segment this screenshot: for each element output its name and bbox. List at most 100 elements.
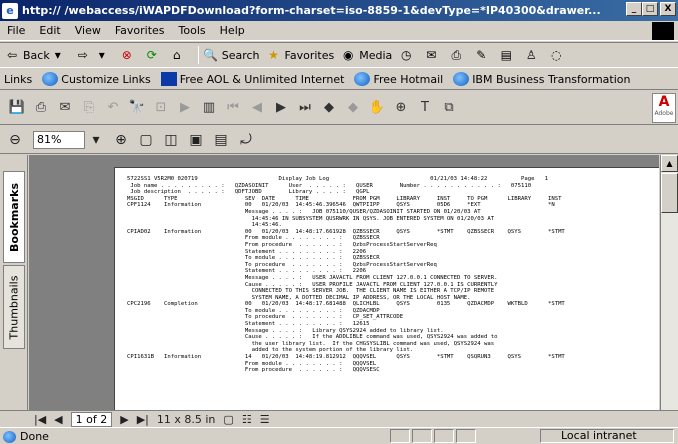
next-page-icon[interactable]: ▶ xyxy=(120,413,128,426)
minimize-button[interactable]: _ xyxy=(626,2,642,16)
tab-thumbnails[interactable]: Thumbnails xyxy=(3,265,25,349)
job-log-line: From procedure . . . . . . : QzbsProcess… xyxy=(127,241,437,248)
email-icon[interactable]: ✉ xyxy=(54,97,76,119)
job-log-line: 5722SS1 V5R2M0 020719 Display Job Log 01… xyxy=(127,176,548,182)
research-button[interactable]: ◌ xyxy=(548,47,567,63)
windows-logo-icon xyxy=(652,22,674,40)
tab-bookmarks[interactable]: Bookmarks xyxy=(3,171,25,263)
back-button[interactable]: ⇦ Back ▾ xyxy=(4,47,69,63)
link-hotmail[interactable]: Free Hotmail xyxy=(354,72,443,86)
previous-page-icon[interactable]: ◀ xyxy=(54,413,62,426)
status-text: Done xyxy=(0,430,49,443)
last-page-icon[interactable]: ▶| xyxy=(137,413,149,426)
menu-view[interactable]: View xyxy=(68,24,108,37)
print-button[interactable]: ⎙ xyxy=(448,47,467,63)
actual-size-icon[interactable]: ▢ xyxy=(135,129,157,151)
link-ibm[interactable]: IBM Business Transformation xyxy=(453,72,631,86)
find-icon[interactable]: 🔭 xyxy=(126,97,148,119)
adobe-logo[interactable]: A Adobe xyxy=(652,93,676,123)
ie-page-icon xyxy=(453,72,470,86)
panel-icon[interactable]: ▥ xyxy=(198,97,220,119)
scroll-up-icon[interactable]: ▲ xyxy=(661,155,678,172)
history-icon: ◷ xyxy=(401,48,412,62)
tab-thumbnails-label: Thumbnails xyxy=(7,275,21,339)
link-aol[interactable]: Free AOL & Unlimited Internet xyxy=(160,72,344,86)
maximize-button[interactable]: □ xyxy=(642,2,658,16)
copy-icon[interactable]: ⎘ xyxy=(78,97,100,119)
job-log-line: Job name . . . . . . . . . : QZDASOINIT … xyxy=(127,182,532,189)
save-icon[interactable]: 💾 xyxy=(6,97,28,119)
snapshot-icon[interactable]: ⧉ xyxy=(438,97,460,119)
go-back-icon[interactable]: ◆ xyxy=(318,97,340,119)
refresh-button[interactable]: ⟳ xyxy=(144,47,163,63)
edit-icon: ✎ xyxy=(476,48,487,62)
single-page-icon[interactable]: ▢ xyxy=(223,413,233,426)
fit-width-icon[interactable]: ▣ xyxy=(185,129,207,151)
last-page-icon[interactable]: ⏭ xyxy=(294,97,316,119)
job-log-line: CPC2196 Completion 00 01/20/03 14:48:17.… xyxy=(127,301,565,308)
menu-help[interactable]: Help xyxy=(213,24,252,37)
edit-button[interactable]: ✎ xyxy=(473,47,492,63)
forward-button[interactable]: ⇨ ▾ xyxy=(75,47,113,63)
status-cells xyxy=(390,429,478,443)
close-button[interactable]: X xyxy=(660,2,676,16)
menu-favorites[interactable]: Favorites xyxy=(108,24,172,37)
job-log-line: CPI1631B Information 14 01/20/03 14:48:1… xyxy=(127,354,565,361)
link-customize[interactable]: Customize Links xyxy=(42,72,151,86)
job-log-text: 5722SS1 V5R2M0 020719 Display Job Log 01… xyxy=(115,168,659,430)
title-bar: e http:// /webaccess/iWAPDFDownload?form… xyxy=(0,0,678,21)
job-log-line: Message . . . . : JOB 075110/QUSER/QZDAS… xyxy=(127,208,481,215)
zoom-in-icon[interactable]: ⊕ xyxy=(110,129,132,151)
messenger-button[interactable]: ♙ xyxy=(523,47,542,63)
menu-edit[interactable]: Edit xyxy=(32,24,67,37)
job-log-line: SYSTEM NAME, A DOTTED DECIMAL IP ADDRESS… xyxy=(127,294,471,301)
standard-toolbar: ⇦ Back ▾ ⇨ ▾ ⊗ ⟳ ⌂ 🔍 Search ★ Favorites ◉ Me… xyxy=(0,42,678,68)
zoom-out-icon[interactable]: ⊖ xyxy=(4,129,26,151)
undo-icon[interactable]: ↶ xyxy=(102,97,124,119)
links-label: Links xyxy=(4,72,33,86)
zoom-dropdown-icon[interactable]: ▾ xyxy=(85,129,107,151)
page-number-field[interactable]: 1 of 2 xyxy=(70,411,113,427)
search-button[interactable]: 🔍 Search xyxy=(203,47,259,63)
go-forward-icon[interactable]: ◆ xyxy=(342,97,364,119)
menu-file[interactable]: File xyxy=(0,24,32,37)
hand-tool-icon[interactable]: ✋ xyxy=(366,97,388,119)
fit-page-icon[interactable]: ◫ xyxy=(160,129,182,151)
stop-button[interactable]: ⊗ xyxy=(119,47,138,63)
media-button[interactable]: ◉ Media xyxy=(340,47,392,63)
job-log-line: To procedure . . . . . . . : CP_SET_ATTR… xyxy=(127,314,404,321)
fit-visible-icon[interactable]: ▤ xyxy=(210,129,232,151)
dropdown-icon: ▾ xyxy=(98,48,105,62)
menu-tools[interactable]: Tools xyxy=(172,24,213,37)
first-page-icon[interactable]: |◀ xyxy=(34,413,46,426)
job-log-line: Statement . . . . . . . . . : 2206 xyxy=(127,268,367,275)
vertical-scrollbar[interactable]: ▲ ▼ xyxy=(660,155,678,430)
continuous-icon[interactable]: ☷ xyxy=(242,413,252,426)
mail-button[interactable]: ✉ xyxy=(423,47,442,63)
history-button[interactable]: ◷ xyxy=(398,47,417,63)
text-select-icon[interactable]: T xyxy=(414,97,436,119)
zoom-level-field[interactable]: 81% xyxy=(33,130,85,149)
job-log-line: Job description . . . . . : QDFTJOBD Lib… xyxy=(127,189,370,196)
discuss-button[interactable]: ▤ xyxy=(498,47,517,63)
rotate-icon[interactable]: ⤾ xyxy=(235,129,257,151)
job-log-line: From module . . . . . . . . : QQQVSEL xyxy=(127,360,377,367)
zoom-tool-icon[interactable]: ⊕ xyxy=(390,97,412,119)
next-page-icon[interactable]: ▶ xyxy=(270,97,292,119)
document-viewport[interactable]: 5722SS1 V5R2M0 020719 Display Job Log 01… xyxy=(29,155,659,430)
status-cell xyxy=(456,429,476,443)
select-icon[interactable]: ⊡ xyxy=(150,97,172,119)
previous-page-icon[interactable]: ◀ xyxy=(246,97,268,119)
print-icon[interactable]: ⎙ xyxy=(30,97,52,119)
scroll-thumb[interactable] xyxy=(661,173,678,213)
movie-icon[interactable]: ▶ xyxy=(174,97,196,119)
facing-icon[interactable]: ☰ xyxy=(260,413,270,426)
first-page-icon[interactable]: ⏮ xyxy=(222,97,244,119)
back-arrow-icon: ⇦ xyxy=(6,48,18,62)
status-cell xyxy=(434,429,454,443)
favorites-button[interactable]: ★ Favorites xyxy=(266,47,334,63)
link-label: IBM Business Transformation xyxy=(472,72,631,86)
job-log-line: From procedure . . . . . . : QQQVSESC xyxy=(127,367,380,374)
job-log-line: To procedure . . . . . . . : QzbsProcess… xyxy=(127,261,437,268)
home-button[interactable]: ⌂ xyxy=(169,47,188,63)
